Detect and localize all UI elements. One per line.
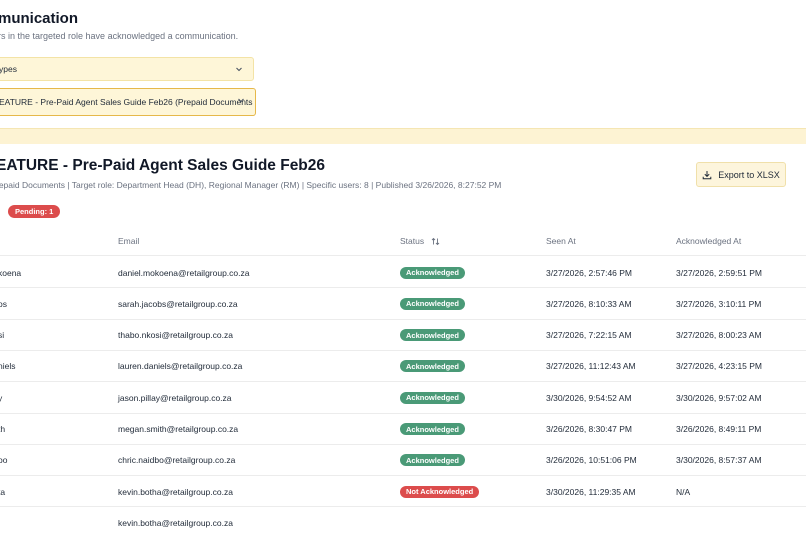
cell-email: kevin.botha@retailgroup.co.za (118, 517, 233, 528)
column-header-status[interactable]: Status (400, 236, 440, 246)
cell-email: lauren.daniels@retailgroup.co.za (118, 361, 243, 372)
status-badge: Acknowledged (400, 391, 465, 404)
cell-acknowledged-at: 3/27/2026, 8:00:23 AM (676, 330, 762, 341)
cell-acknowledged-at: 3/27/2026, 3:10:11 PM (676, 298, 762, 309)
cell-email: sarah.jacobs@retailgroup.co.za (118, 298, 238, 309)
sort-icon[interactable] (431, 237, 440, 246)
communication-title: EATURE - Pre-Paid Agent Sales Guide Feb2… (0, 157, 326, 174)
cell-name: ta (0, 486, 6, 497)
table-row[interactable]: kevin.botha@retailgroup.co.za (0, 507, 806, 537)
chevron-down-icon (238, 98, 244, 103)
cell-seen-at: 3/27/2026, 2:57:46 PM (546, 267, 633, 278)
page-subtitle: rs in the targeted role have acknowledge… (0, 31, 239, 41)
cell-status: Acknowledged (400, 257, 465, 288)
type-select-value: ypes (0, 64, 17, 74)
cell-seen-at: 3/27/2026, 7:22:15 AM (546, 330, 632, 341)
column-header-status-label: Status (400, 236, 425, 246)
communication-select[interactable]: EATURE - Pre-Paid Agent Sales Guide Feb2… (0, 88, 256, 116)
column-header-seen-at[interactable]: Seen At (546, 236, 576, 246)
cell-status: Acknowledged (400, 414, 465, 445)
pending-count-badge: Pending: 1 (8, 205, 61, 218)
table-row[interactable]: ta kevin.botha@retailgroup.co.za Not Ackno… (0, 476, 806, 507)
cell-email: jason.pillay@retailgroup.co.za (118, 392, 232, 403)
cell-acknowledged-at: 3/30/2026, 9:57:02 AM (676, 392, 762, 403)
cell-seen-at: 3/27/2026, 11:12:43 AM (546, 361, 636, 372)
cell-name: niels (0, 361, 16, 372)
type-select[interactable]: ypes (0, 57, 254, 81)
cell-acknowledged-at: 3/30/2026, 8:57:37 AM (676, 455, 762, 466)
cell-name: os (0, 298, 7, 309)
cell-acknowledged-at: 3/27/2026, 2:59:51 PM (676, 267, 763, 278)
cell-seen-at: 3/30/2026, 9:54:52 AM (546, 392, 632, 403)
cell-seen-at: 3/26/2026, 10:51:06 PM (546, 455, 637, 466)
table-row[interactable]: os sarah.jacobs@retailgroup.co.za Acknowle… (0, 288, 806, 319)
cell-name: th (0, 424, 6, 434)
cell-seen-at: 3/26/2026, 8:30:47 PM (546, 424, 633, 434)
cell-acknowledged-at: 3/27/2026, 4:23:15 PM (676, 361, 763, 372)
cell-name: oo (0, 455, 8, 466)
cell-status: Acknowledged (400, 351, 465, 382)
table-header-divider (0, 255, 806, 256)
cell-acknowledged-at: N/A (676, 486, 691, 497)
chevron-down-icon (236, 67, 242, 72)
cell-status: Acknowledged (400, 288, 465, 319)
status-badge: Acknowledged (400, 329, 465, 342)
cell-seen-at: 3/27/2026, 8:10:33 AM (546, 298, 632, 309)
cell-email: thabo.nkosi@retailgroup.co.za (118, 330, 233, 341)
cell-name: si (0, 330, 5, 341)
cell-status: Not Acknowledged (400, 476, 480, 507)
export-xlsx-button[interactable]: Export to XLSX (696, 162, 786, 187)
cell-status: Acknowledged (400, 320, 465, 351)
cell-status: Acknowledged (400, 382, 465, 413)
export-button-label: Export to XLSX (718, 169, 780, 180)
status-badge: Acknowledged (400, 297, 465, 310)
download-icon (702, 170, 712, 179)
status-badge: Acknowledged (400, 423, 465, 435)
table-row[interactable]: koena daniel.mokoena@retailgroup.co.za Ack… (0, 257, 806, 288)
table-row[interactable]: si thabo.nkosi@retailgroup.co.za Acknowled… (0, 320, 806, 351)
cell-seen-at: 3/30/2026, 11:29:35 AM (546, 486, 636, 497)
cell-status: Acknowledged (400, 445, 465, 476)
cell-email: chric.naidbo@retailgroup.co.za (118, 455, 236, 466)
cell-email: megan.smith@retailgroup.co.za (118, 424, 239, 434)
page-title: munication (0, 10, 79, 27)
status-badge: Acknowledged (400, 360, 465, 373)
communication-select-value: EATURE - Pre-Paid Agent Sales Guide Feb2… (0, 97, 256, 107)
cell-email: kevin.botha@retailgroup.co.za (118, 486, 233, 497)
table-row[interactable]: niels lauren.daniels@retailgroup.co.za Ack… (0, 351, 806, 382)
table-row[interactable]: th megan.smith@retailgroup.co.za Acknowled… (0, 414, 806, 445)
status-badge: Acknowledged (400, 266, 465, 279)
status-badge: Not Acknowledged (400, 485, 480, 498)
cell-name: koena (0, 267, 22, 278)
cell-email: daniel.mokoena@retailgroup.co.za (118, 267, 250, 278)
cell-name: y (0, 392, 3, 403)
communication-meta: repaid Documents | Target role: Departme… (0, 180, 502, 190)
table-row[interactable]: oo chric.naidbo@retailgroup.co.za Acknowle… (0, 445, 806, 476)
table-row[interactable]: y jason.pillay@retailgroup.co.za Acknowled… (0, 382, 806, 413)
info-banner (0, 128, 806, 144)
column-header-acknowledged-at[interactable]: Acknowledged At (676, 236, 741, 246)
cell-acknowledged-at: 3/26/2026, 8:49:11 PM (676, 424, 762, 434)
status-badge: Acknowledged (400, 454, 465, 467)
column-header-email[interactable]: Email (118, 236, 139, 246)
